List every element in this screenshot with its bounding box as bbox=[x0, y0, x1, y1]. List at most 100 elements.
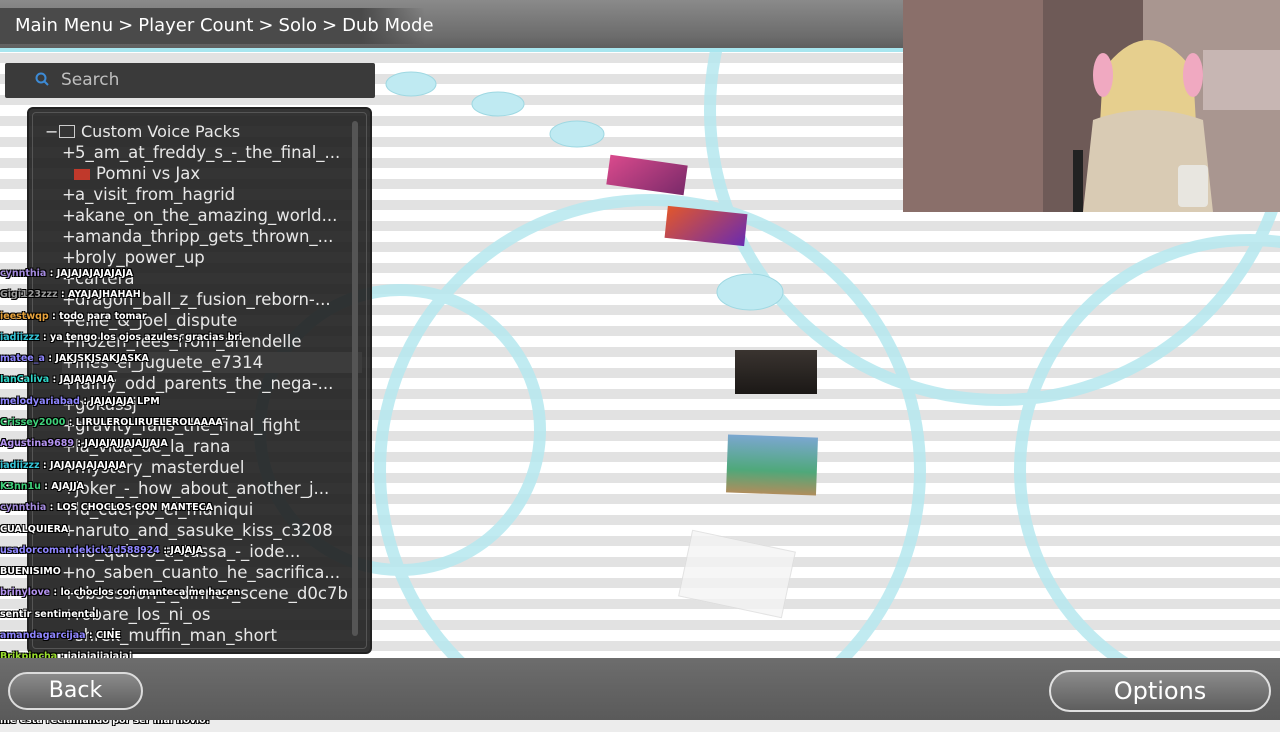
chat-username: iadiizzz bbox=[0, 459, 40, 471]
chat-colon: : bbox=[79, 395, 91, 407]
chat-text: BUENISIMO bbox=[0, 566, 61, 578]
chat-message: melodyariabad : JAJAJAJA LPM bbox=[0, 391, 300, 412]
chat-username: usadorcomandekick1d588924 bbox=[0, 544, 160, 556]
chat-message: K3nn1u : AJAJJA bbox=[0, 476, 300, 497]
chat-text: LIRULEROLIRUELEROLAAAA bbox=[75, 417, 223, 429]
chat-text: JAJAJA bbox=[170, 544, 204, 556]
chat-text: JAJAJAJJAJAJJAJA bbox=[84, 438, 168, 450]
breadcrumb-separator: > bbox=[258, 15, 274, 36]
chat-colon: : bbox=[159, 544, 171, 556]
chat-colon: : bbox=[48, 310, 60, 322]
tree-item[interactable]: +a_visit_from_hagrid bbox=[62, 184, 362, 205]
webcam-overlay bbox=[903, 0, 1280, 212]
chat-text: todo para tomar bbox=[59, 310, 147, 322]
chat-text: sentir sentimental bbox=[0, 608, 99, 620]
chat-text: AJAJJA bbox=[51, 480, 84, 492]
tree-item-label: Pomni vs Jax bbox=[96, 164, 201, 183]
folder-icon bbox=[59, 125, 75, 138]
chat-text: ya tengo los ojos azules, gracias bri bbox=[50, 331, 243, 343]
flag-icon bbox=[74, 169, 90, 180]
chat-text: JAJAJAJAJA bbox=[59, 374, 115, 386]
expand-icon[interactable]: + bbox=[62, 205, 76, 226]
chat-message: Gigi123zzz : AYAJAJHAHAH bbox=[0, 284, 300, 305]
back-button[interactable]: Back bbox=[8, 672, 143, 710]
search-icon bbox=[35, 72, 49, 86]
chat-username: IanCaliva bbox=[0, 374, 50, 386]
chat-colon: : bbox=[39, 331, 50, 343]
chat-username: melodyariabad bbox=[0, 395, 80, 407]
tree-root-custom-voice-packs[interactable]: − Custom Voice Packs bbox=[45, 121, 240, 142]
thumbnail-card[interactable] bbox=[735, 350, 817, 394]
chat-text: lo choclos con manteca me hacen bbox=[60, 587, 241, 599]
chat-username: iadiizzz bbox=[0, 331, 40, 343]
chat-text: JAJAJAJA LPM bbox=[90, 395, 160, 407]
chat-message: ieestwqp : todo para tomar bbox=[0, 306, 300, 327]
tree-item[interactable]: +5_am_at_freddy_s_-_the_final_... bbox=[62, 142, 362, 163]
breadcrumb-player-count[interactable]: Player Count bbox=[138, 15, 253, 36]
chat-message: cynnthia : JAJAJAJAJAJAJA bbox=[0, 263, 300, 284]
tree-item[interactable]: +amanda_thripp_gets_thrown_... bbox=[62, 226, 362, 247]
chat-colon: : bbox=[46, 268, 57, 279]
chat-text: JAKJSKJSAKJASKA bbox=[55, 353, 149, 365]
tree-root-label: Custom Voice Packs bbox=[81, 122, 241, 141]
chat-colon: : bbox=[57, 289, 68, 301]
collapse-icon[interactable]: − bbox=[45, 121, 58, 142]
breadcrumb-separator: > bbox=[321, 15, 338, 36]
chat-message: IanCaliva : JAJAJAJAJA bbox=[0, 369, 300, 390]
chat-colon: : bbox=[85, 630, 96, 642]
chat-username: Agustina9689 bbox=[0, 438, 74, 450]
chat-message: Agustina9689 : JAJAJAJJAJAJJAJA bbox=[0, 433, 300, 454]
chat-message: cynnthia : LOS CHOCLOS CON MANTECA bbox=[0, 497, 300, 518]
chat-username: Crissey2000 bbox=[0, 417, 66, 429]
chat-text: LOS CHOCLOS CON MANTECA bbox=[56, 502, 213, 514]
tree-item-label: 5_am_at_freddy_s_-_the_final_... bbox=[75, 143, 341, 162]
chat-text: JAJAJAJAJAJAJA bbox=[50, 459, 127, 471]
expand-icon[interactable]: + bbox=[62, 226, 76, 247]
tree-item-label: amanda_thripp_gets_thrown_... bbox=[75, 227, 334, 246]
chat-colon: : bbox=[73, 438, 85, 450]
search-bar[interactable] bbox=[5, 63, 375, 98]
breadcrumb-main-menu[interactable]: Main Menu bbox=[15, 15, 113, 36]
chat-colon: : bbox=[44, 353, 56, 365]
breadcrumb-solo[interactable]: Solo bbox=[279, 15, 317, 36]
chat-message: CUALQUIERA bbox=[0, 519, 300, 540]
breadcrumb-separator: > bbox=[118, 15, 134, 36]
tree-item[interactable]: Pomni vs Jax bbox=[62, 163, 362, 184]
chat-text: JAJAJAJAJAJAJA bbox=[56, 268, 133, 279]
webcam-image bbox=[903, 0, 1280, 212]
chat-username: brinylove bbox=[0, 587, 51, 599]
expand-icon[interactable]: + bbox=[62, 184, 76, 205]
tree-item-label: akane_on_the_amazing_world... bbox=[75, 206, 338, 225]
search-input[interactable] bbox=[61, 63, 361, 98]
chat-colon: : bbox=[49, 374, 60, 386]
chat-username: K3nn1u bbox=[0, 480, 41, 492]
chat-message: amandagarcijaa : CINE bbox=[0, 625, 300, 646]
breadcrumb: Main Menu > Player Count > Solo > Dub Mode bbox=[0, 8, 434, 44]
tree-scrollbar[interactable] bbox=[352, 121, 358, 636]
chat-message: BUENISIMO bbox=[0, 561, 300, 582]
breadcrumb-dub-mode: Dub Mode bbox=[342, 15, 434, 36]
chat-colon: : bbox=[39, 459, 50, 471]
chat-username: cynnthia bbox=[0, 502, 47, 514]
chat-username: matee_a bbox=[0, 353, 45, 365]
chat-colon: : bbox=[65, 417, 76, 429]
thumbnail-card[interactable] bbox=[726, 434, 818, 496]
chat-message: brinylove : lo choclos con manteca me ha… bbox=[0, 582, 300, 603]
chat-text: CUALQUIERA bbox=[0, 523, 69, 535]
expand-icon[interactable]: + bbox=[62, 142, 76, 163]
chat-username: ieestwqp bbox=[0, 310, 49, 322]
chat-message: iadiizzz : JAJAJAJAJAJAJA bbox=[0, 455, 300, 476]
chat-text: AYAJAJHAHAH bbox=[67, 289, 141, 301]
options-button[interactable]: Options bbox=[1049, 670, 1271, 712]
chat-username: Gigi123zzz bbox=[0, 289, 58, 301]
chat-message: iadiizzz : ya tengo los ojos azules, gra… bbox=[0, 327, 300, 348]
chat-message: Crissey2000 : LIRULEROLIRUELEROLAAAA bbox=[0, 412, 300, 433]
tree-item[interactable]: +akane_on_the_amazing_world... bbox=[62, 205, 362, 226]
chat-username: cynnthia bbox=[0, 268, 47, 279]
tree-item-label: a_visit_from_hagrid bbox=[75, 185, 236, 204]
chat-colon: : bbox=[50, 587, 61, 599]
chat-message: sentir sentimental bbox=[0, 604, 300, 625]
chat-colon: : bbox=[46, 502, 57, 514]
chat-message: usadorcomandekick1d588924 : JAJAJA bbox=[0, 540, 300, 561]
chat-colon: : bbox=[40, 480, 52, 492]
